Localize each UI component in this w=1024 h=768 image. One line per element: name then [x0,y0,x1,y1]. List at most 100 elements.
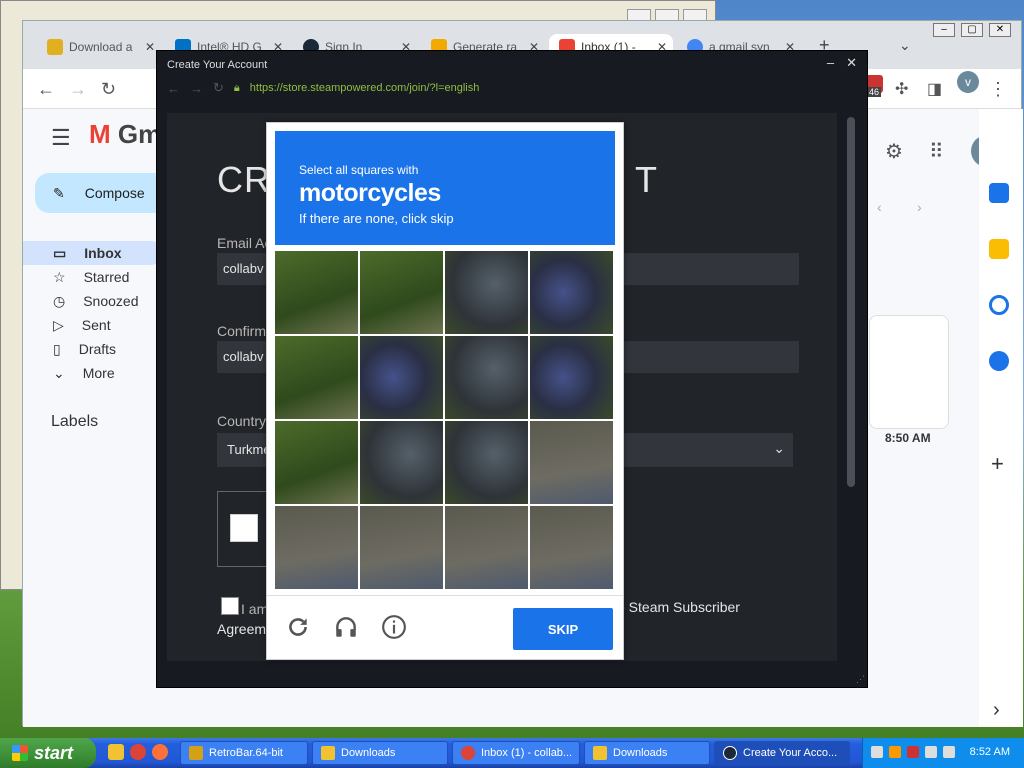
pencil-icon: ✎ [53,184,65,201]
taskbar-item-steam[interactable]: Create Your Acco... [714,741,850,765]
apps-grid-icon[interactable]: ⠿ [929,139,944,164]
retrobar-icon [189,746,203,760]
nav-snoozed[interactable]: ◷ Snoozed [23,289,163,313]
keep-icon[interactable] [989,239,1009,259]
tasks-icon[interactable] [989,295,1009,315]
taskbar-item-label: Downloads [613,747,668,759]
start-button[interactable]: start [0,738,96,768]
captcha-hint: If there are none, click skip [299,211,454,226]
audio-headphones-icon[interactable] [331,612,361,642]
settings-gear-icon[interactable]: ⚙ [885,139,903,164]
captcha-tile[interactable] [360,336,443,419]
close-button[interactable]: ✕ [989,23,1011,37]
volume-icon[interactable] [943,746,955,758]
sidepanel-icon[interactable]: ◨ [927,79,942,99]
minimize-button[interactable]: – [827,55,834,71]
popup-url[interactable]: https://store.steampowered.com/join/?l=e… [250,82,480,94]
calendar-icon[interactable] [989,183,1009,203]
captcha-tile[interactable] [530,506,613,589]
tab-search-chevron-icon[interactable]: ⌄ [899,37,911,54]
captcha-tile[interactable] [360,251,443,334]
forward-arrow-icon[interactable]: → [190,81,203,96]
nav-inbox[interactable]: ▭ Inbox [23,241,163,265]
extension-badge: 46 [867,87,882,97]
popup-scrollbar[interactable] [845,113,857,661]
contacts-icon[interactable] [989,351,1009,371]
search-icon[interactable] [889,746,901,758]
puzzle-icon[interactable]: ✣ [895,79,908,99]
popup-title: Create Your Account [167,59,268,71]
gmail-logo[interactable]: M Gm [89,119,161,150]
nav-starred[interactable]: ☆ Starred [23,265,163,289]
back-arrow-icon[interactable]: ← [37,79,55,100]
maximize-button[interactable]: ▢ [961,23,983,37]
info-icon[interactable] [379,612,409,642]
download-favicon-icon [47,39,63,55]
next-page-chevron-icon[interactable]: › [917,199,922,215]
network-icon[interactable] [871,746,883,758]
recaptcha-checkbox[interactable] [230,514,258,542]
country-label: Country [217,413,267,429]
captcha-instruction: Select all squares with [299,163,419,177]
skip-button[interactable]: SKIP [513,608,613,650]
recaptcha-widget [217,491,271,567]
taskbar-item-retrobar[interactable]: RetroBar.64-bit [180,741,308,765]
tab-download[interactable]: Download a ✕ [37,34,161,60]
captcha-tile[interactable] [445,421,528,504]
captcha-tile[interactable] [445,336,528,419]
chrome-quicklaunch-icon[interactable] [130,744,146,760]
captcha-tile[interactable] [360,421,443,504]
agree-checkbox[interactable] [221,597,239,615]
captcha-tile[interactable] [530,421,613,504]
reload-icon[interactable]: ↻ [101,79,116,100]
expand-panel-chevron-icon[interactable]: › [993,699,1013,721]
taskbar-item-label: Create Your Acco... [743,747,838,759]
email-label: Email Ac [217,235,272,251]
nav-drafts[interactable]: ▯ Drafts [23,337,163,361]
star-icon: ☆ [53,268,66,285]
captcha-tile[interactable] [275,336,358,419]
nav-more[interactable]: ⌄ More [23,361,163,385]
security-icon[interactable] [907,746,919,758]
system-tray: 8:52 AM [862,738,1024,768]
taskbar-item-downloads-2[interactable]: Downloads [584,741,710,765]
resize-grip-icon[interactable]: ⋰ [856,674,865,685]
side-panel-card [869,315,949,429]
captcha-tile[interactable] [275,506,358,589]
start-label: start [34,742,74,763]
captcha-tile[interactable] [275,251,358,334]
chrome-menu-icon[interactable]: ⋮ [989,79,1007,100]
taskbar-item-label: Inbox (1) - collab... [481,747,573,759]
folder-quicklaunch-icon[interactable] [108,744,124,760]
close-tab-icon[interactable]: ✕ [145,40,155,54]
prev-page-chevron-icon[interactable]: ‹ [877,199,882,215]
nav-sent[interactable]: ▷ Sent [23,313,163,337]
captcha-tile[interactable] [275,421,358,504]
chrome-profile-avatar[interactable]: v [957,71,979,93]
windows-flag-icon [12,745,28,761]
taskbar-item-label: Downloads [341,747,396,759]
reload-icon[interactable]: ↻ [213,80,224,96]
firefox-quicklaunch-icon[interactable] [152,744,168,760]
back-arrow-icon[interactable]: ← [167,81,180,96]
close-button[interactable]: ✕ [846,55,857,71]
captcha-tile[interactable] [530,251,613,334]
forward-arrow-icon[interactable]: → [69,79,87,100]
captcha-tile[interactable] [360,506,443,589]
captcha-tile[interactable] [445,506,528,589]
captcha-tile[interactable] [530,336,613,419]
nav-label: Snoozed [83,293,139,309]
minimize-button[interactable]: – [933,23,955,37]
add-addon-plus-icon[interactable]: + [991,451,1011,476]
captcha-header: Select all squares with motorcycles If t… [275,131,615,245]
nav-label: Drafts [78,341,117,357]
display-icon[interactable] [925,746,937,758]
taskbar-item-downloads[interactable]: Downloads [312,741,448,765]
inbox-icon: ▭ [53,244,67,261]
main-menu-icon[interactable]: ☰ [51,125,71,151]
taskbar-item-inbox[interactable]: Inbox (1) - collab... [452,741,580,765]
chrome-icon [461,746,475,760]
captcha-tile[interactable] [445,251,528,334]
nav-label: Sent [81,317,111,333]
reload-icon[interactable] [283,612,313,642]
